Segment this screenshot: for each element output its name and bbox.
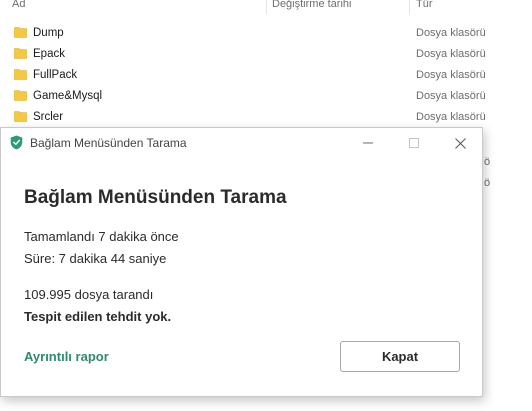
column-header-type[interactable]: Tür (416, 0, 433, 11)
file-type: Dosya klasörü (416, 111, 486, 123)
file-name: Epack (33, 48, 65, 60)
file-type: Dosya klasörü (416, 27, 486, 39)
close-button[interactable]: Kapat (340, 341, 460, 372)
scan-duration: Süre: 7 dakika 44 saniye (24, 251, 167, 266)
completed-time: Tamamlandı 7 dakika önce (24, 229, 179, 244)
threat-status: Tespit edilen tehdit yok. (24, 309, 172, 324)
file-name: Game&Mysql (33, 90, 103, 102)
column-divider[interactable] (409, 0, 410, 14)
maximize-button[interactable] (391, 128, 437, 158)
minimize-icon (363, 142, 373, 144)
detailed-report-link[interactable]: Ayrıntılı rapor (24, 349, 109, 365)
window-title: Bağlam Menüsünden Tarama (30, 136, 187, 150)
file-name: FullPack (33, 69, 78, 81)
folder-icon (14, 48, 27, 59)
file-list-header: Ad Değiştirme tarihi Tür (0, 0, 532, 14)
folder-icon (14, 90, 27, 101)
scan-result-dialog: Bağlam Menüsünden Tarama Bağlam Menüsünd… (0, 127, 483, 397)
close-window-button[interactable] (437, 128, 483, 158)
file-name: Srcler (33, 111, 64, 123)
title-bar[interactable]: Bağlam Menüsünden Tarama (1, 128, 482, 158)
file-name: Dump (33, 27, 64, 39)
folder-icon (14, 69, 27, 80)
folder-icon (14, 27, 27, 38)
screen: Ad Değiştirme tarihi Tür Dump Dosya klas… (0, 0, 532, 411)
file-type: Dosya klasörü (416, 90, 486, 102)
file-row[interactable]: Dump Dosya klasörü (0, 22, 532, 43)
file-row[interactable]: FullPack Dosya klasörü (0, 64, 532, 85)
file-type: Dosya klasörü (416, 48, 486, 60)
column-header-modified[interactable]: Değiştirme tarihi (272, 0, 351, 11)
maximize-icon (409, 138, 419, 148)
column-header-name[interactable]: Ad (12, 0, 25, 11)
file-row[interactable]: Srcler Dosya klasörü (0, 106, 532, 127)
shield-icon (10, 135, 23, 150)
file-row[interactable]: Epack Dosya klasörü (0, 43, 532, 64)
folder-icon (14, 111, 27, 122)
files-scanned-count: 109.995 dosya tarandı (24, 287, 154, 302)
file-row[interactable]: Game&Mysql Dosya klasörü (0, 85, 532, 106)
minimize-button[interactable] (345, 128, 391, 158)
file-type: Dosya klasörü (416, 69, 486, 81)
hidden-type-fragment: ö (484, 177, 491, 189)
dialog-heading: Bağlam Menüsünden Tarama (24, 187, 287, 208)
column-divider[interactable] (266, 0, 267, 14)
hidden-type-fragment: ö (484, 156, 491, 168)
close-icon (454, 137, 466, 149)
